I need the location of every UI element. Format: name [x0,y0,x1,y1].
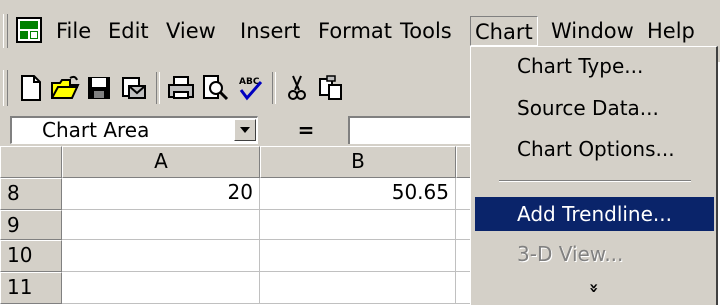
row-header[interactable]: 11 [0,272,62,304]
standard-toolbar: ABC [0,62,470,114]
toolbar-grip[interactable] [3,70,8,106]
cell-b9[interactable] [260,210,456,240]
menu-chart[interactable]: Chart [470,16,538,46]
new-document-button[interactable] [14,72,48,104]
email-button[interactable] [116,72,150,104]
cut-scissors-icon [288,75,306,100]
cut-button[interactable] [280,72,314,104]
column-header-a[interactable]: A [62,146,260,178]
print-preview-icon [203,75,229,101]
save-disk-icon [88,77,110,99]
open-button[interactable] [48,72,82,104]
cell-b10[interactable] [260,240,456,272]
new-document-icon [21,75,41,101]
menu-help[interactable]: Help [643,16,699,46]
menu-insert[interactable]: Insert [236,16,304,46]
expand-glyph: » [585,282,605,294]
cell-c8[interactable] [456,178,470,210]
copy-icon [319,75,342,100]
name-box-dropdown-arrow-icon[interactable] [234,119,256,141]
select-all-corner[interactable] [0,146,62,178]
edit-formula-button[interactable]: = [268,118,344,142]
menu-tools[interactable]: Tools [396,16,456,46]
cell-c11[interactable] [456,272,470,304]
cell-a11[interactable] [62,272,260,304]
print-preview-button[interactable] [198,72,232,104]
menu-separator [499,180,691,182]
column-header-c[interactable] [456,146,470,178]
email-icon [122,77,146,99]
menu-item-chart-options[interactable]: Chart Options... [475,132,714,166]
toolbar-separator [272,72,276,104]
spelling-check-icon: ABC [239,77,263,101]
menu-item-add-trendline[interactable]: Add Trendline... [475,197,714,231]
copy-button[interactable] [314,72,348,104]
formula-bar: Chart Area = [0,114,470,146]
toolbar-separator [156,72,160,104]
menu-item-source-data[interactable]: Source Data... [475,91,714,125]
row-header[interactable]: 10 [0,240,62,272]
worksheet-grid: A B 8 20 50.65 9 10 11 [0,146,470,305]
cell-a8[interactable]: 20 [62,178,260,210]
open-folder-icon [51,75,80,99]
menubar-grip[interactable] [3,14,8,48]
cell-b11[interactable] [260,272,456,304]
print-button[interactable] [164,72,198,104]
menu-item-chart-type[interactable]: Chart Type... [475,49,714,83]
expand-menu-chevron-icon[interactable]: » [477,275,712,301]
menu-view[interactable]: View [162,16,220,46]
excel-workbook-icon[interactable] [16,17,42,43]
row-header[interactable]: 9 [0,210,62,240]
formula-input[interactable] [348,116,470,144]
row-header[interactable]: 8 [0,178,62,210]
save-button[interactable] [82,72,116,104]
cell-c9[interactable] [456,210,470,240]
menu-window[interactable]: Window [547,16,638,46]
print-icon [168,76,194,99]
menu-format[interactable]: Format [314,16,396,46]
cell-a9[interactable] [62,210,260,240]
cell-a10[interactable] [62,240,260,272]
chart-menu-dropdown: Chart Type... Source Data... Chart Optio… [470,46,718,305]
column-header-b[interactable]: B [260,146,456,178]
cell-c10[interactable] [456,240,470,272]
menu-item-3d-view: 3-D View... [517,242,624,266]
spelling-button[interactable]: ABC [232,72,266,104]
menu-edit[interactable]: Edit [104,16,153,46]
menu-file[interactable]: File [52,16,95,46]
name-box-value: Chart Area [42,118,150,142]
cell-b8[interactable]: 50.65 [260,178,456,210]
name-box[interactable]: Chart Area [10,116,258,144]
